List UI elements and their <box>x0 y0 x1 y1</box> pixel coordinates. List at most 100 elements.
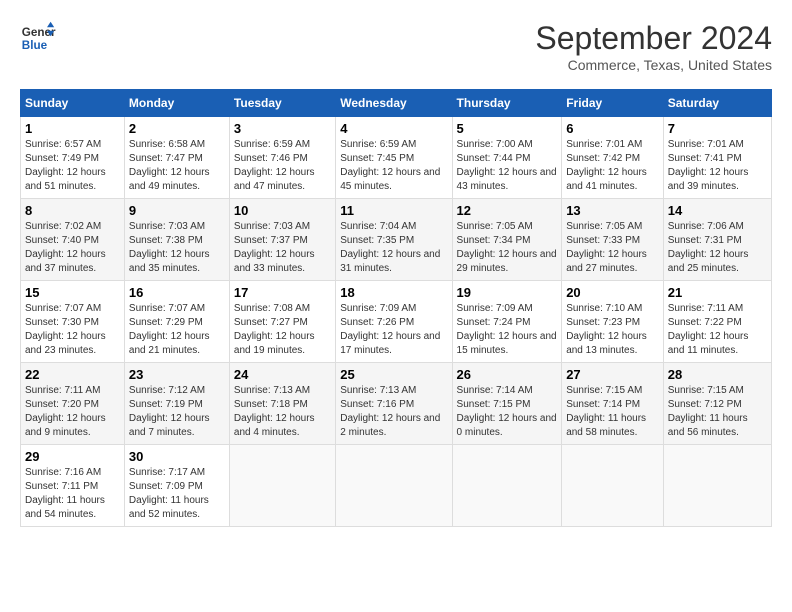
day-detail: Sunrise: 7:16 AMSunset: 7:11 PMDaylight:… <box>25 467 105 520</box>
calendar-cell: 3 Sunrise: 6:59 AMSunset: 7:46 PMDayligh… <box>229 117 335 199</box>
day-number: 8 <box>25 203 120 218</box>
calendar-cell: 9 Sunrise: 7:03 AMSunset: 7:38 PMDayligh… <box>124 199 229 281</box>
calendar-cell: 5 Sunrise: 7:00 AMSunset: 7:44 PMDayligh… <box>452 117 562 199</box>
calendar-cell: 17 Sunrise: 7:08 AMSunset: 7:27 PMDaylig… <box>229 281 335 363</box>
header-row: SundayMondayTuesdayWednesdayThursdayFrid… <box>21 90 772 117</box>
calendar-week-3: 15 Sunrise: 7:07 AMSunset: 7:30 PMDaylig… <box>21 281 772 363</box>
calendar-cell: 22 Sunrise: 7:11 AMSunset: 7:20 PMDaylig… <box>21 363 125 445</box>
day-number: 28 <box>668 367 767 382</box>
calendar-cell <box>452 445 562 527</box>
calendar-cell: 18 Sunrise: 7:09 AMSunset: 7:26 PMDaylig… <box>336 281 452 363</box>
day-number: 5 <box>457 121 558 136</box>
day-number: 22 <box>25 367 120 382</box>
day-detail: Sunrise: 7:09 AMSunset: 7:26 PMDaylight:… <box>340 303 440 356</box>
day-number: 3 <box>234 121 331 136</box>
header-monday: Monday <box>124 90 229 117</box>
calendar-cell <box>663 445 771 527</box>
day-detail: Sunrise: 7:03 AMSunset: 7:38 PMDaylight:… <box>129 221 210 274</box>
day-detail: Sunrise: 7:08 AMSunset: 7:27 PMDaylight:… <box>234 303 315 356</box>
day-number: 29 <box>25 449 120 464</box>
day-number: 24 <box>234 367 331 382</box>
calendar-cell: 1 Sunrise: 6:57 AMSunset: 7:49 PMDayligh… <box>21 117 125 199</box>
day-detail: Sunrise: 6:58 AMSunset: 7:47 PMDaylight:… <box>129 139 210 192</box>
calendar-cell: 2 Sunrise: 6:58 AMSunset: 7:47 PMDayligh… <box>124 117 229 199</box>
day-number: 18 <box>340 285 447 300</box>
header-tuesday: Tuesday <box>229 90 335 117</box>
day-number: 9 <box>129 203 225 218</box>
day-detail: Sunrise: 7:13 AMSunset: 7:16 PMDaylight:… <box>340 385 440 438</box>
calendar-cell: 10 Sunrise: 7:03 AMSunset: 7:37 PMDaylig… <box>229 199 335 281</box>
day-detail: Sunrise: 7:01 AMSunset: 7:42 PMDaylight:… <box>566 139 647 192</box>
calendar-cell: 6 Sunrise: 7:01 AMSunset: 7:42 PMDayligh… <box>562 117 664 199</box>
calendar-cell: 27 Sunrise: 7:15 AMSunset: 7:14 PMDaylig… <box>562 363 664 445</box>
day-detail: Sunrise: 6:57 AMSunset: 7:49 PMDaylight:… <box>25 139 106 192</box>
day-detail: Sunrise: 7:06 AMSunset: 7:31 PMDaylight:… <box>668 221 749 274</box>
day-detail: Sunrise: 7:05 AMSunset: 7:34 PMDaylight:… <box>457 221 557 274</box>
page-title: September 2024 <box>535 20 772 57</box>
day-detail: Sunrise: 7:07 AMSunset: 7:30 PMDaylight:… <box>25 303 106 356</box>
day-detail: Sunrise: 7:13 AMSunset: 7:18 PMDaylight:… <box>234 385 315 438</box>
day-number: 4 <box>340 121 447 136</box>
day-detail: Sunrise: 7:01 AMSunset: 7:41 PMDaylight:… <box>668 139 749 192</box>
day-number: 26 <box>457 367 558 382</box>
day-detail: Sunrise: 7:05 AMSunset: 7:33 PMDaylight:… <box>566 221 647 274</box>
day-number: 27 <box>566 367 659 382</box>
day-number: 14 <box>668 203 767 218</box>
day-detail: Sunrise: 6:59 AMSunset: 7:45 PMDaylight:… <box>340 139 440 192</box>
calendar-table: SundayMondayTuesdayWednesdayThursdayFrid… <box>20 89 772 527</box>
calendar-week-5: 29 Sunrise: 7:16 AMSunset: 7:11 PMDaylig… <box>21 445 772 527</box>
day-detail: Sunrise: 7:03 AMSunset: 7:37 PMDaylight:… <box>234 221 315 274</box>
day-number: 10 <box>234 203 331 218</box>
calendar-cell: 29 Sunrise: 7:16 AMSunset: 7:11 PMDaylig… <box>21 445 125 527</box>
day-number: 21 <box>668 285 767 300</box>
calendar-cell: 20 Sunrise: 7:10 AMSunset: 7:23 PMDaylig… <box>562 281 664 363</box>
title-area: September 2024 Commerce, Texas, United S… <box>535 20 772 73</box>
header-saturday: Saturday <box>663 90 771 117</box>
day-detail: Sunrise: 7:10 AMSunset: 7:23 PMDaylight:… <box>566 303 647 356</box>
calendar-cell: 26 Sunrise: 7:14 AMSunset: 7:15 PMDaylig… <box>452 363 562 445</box>
day-number: 15 <box>25 285 120 300</box>
day-detail: Sunrise: 6:59 AMSunset: 7:46 PMDaylight:… <box>234 139 315 192</box>
calendar-cell: 19 Sunrise: 7:09 AMSunset: 7:24 PMDaylig… <box>452 281 562 363</box>
calendar-cell <box>562 445 664 527</box>
calendar-cell: 11 Sunrise: 7:04 AMSunset: 7:35 PMDaylig… <box>336 199 452 281</box>
page-header: General Blue September 2024 Commerce, Te… <box>20 20 772 73</box>
calendar-header: SundayMondayTuesdayWednesdayThursdayFrid… <box>21 90 772 117</box>
calendar-cell: 4 Sunrise: 6:59 AMSunset: 7:45 PMDayligh… <box>336 117 452 199</box>
svg-text:Blue: Blue <box>22 39 48 52</box>
logo: General Blue <box>20 20 56 56</box>
day-detail: Sunrise: 7:09 AMSunset: 7:24 PMDaylight:… <box>457 303 557 356</box>
calendar-cell: 7 Sunrise: 7:01 AMSunset: 7:41 PMDayligh… <box>663 117 771 199</box>
calendar-cell: 30 Sunrise: 7:17 AMSunset: 7:09 PMDaylig… <box>124 445 229 527</box>
day-detail: Sunrise: 7:11 AMSunset: 7:20 PMDaylight:… <box>25 385 106 438</box>
day-detail: Sunrise: 7:00 AMSunset: 7:44 PMDaylight:… <box>457 139 557 192</box>
calendar-cell: 16 Sunrise: 7:07 AMSunset: 7:29 PMDaylig… <box>124 281 229 363</box>
day-number: 30 <box>129 449 225 464</box>
day-number: 1 <box>25 121 120 136</box>
day-detail: Sunrise: 7:14 AMSunset: 7:15 PMDaylight:… <box>457 385 557 438</box>
day-detail: Sunrise: 7:12 AMSunset: 7:19 PMDaylight:… <box>129 385 210 438</box>
day-number: 11 <box>340 203 447 218</box>
day-detail: Sunrise: 7:02 AMSunset: 7:40 PMDaylight:… <box>25 221 106 274</box>
header-friday: Friday <box>562 90 664 117</box>
header-thursday: Thursday <box>452 90 562 117</box>
calendar-week-2: 8 Sunrise: 7:02 AMSunset: 7:40 PMDayligh… <box>21 199 772 281</box>
day-number: 6 <box>566 121 659 136</box>
calendar-cell: 28 Sunrise: 7:15 AMSunset: 7:12 PMDaylig… <box>663 363 771 445</box>
calendar-cell: 8 Sunrise: 7:02 AMSunset: 7:40 PMDayligh… <box>21 199 125 281</box>
day-detail: Sunrise: 7:11 AMSunset: 7:22 PMDaylight:… <box>668 303 749 356</box>
calendar-cell: 24 Sunrise: 7:13 AMSunset: 7:18 PMDaylig… <box>229 363 335 445</box>
calendar-cell: 25 Sunrise: 7:13 AMSunset: 7:16 PMDaylig… <box>336 363 452 445</box>
day-number: 13 <box>566 203 659 218</box>
header-sunday: Sunday <box>21 90 125 117</box>
calendar-week-4: 22 Sunrise: 7:11 AMSunset: 7:20 PMDaylig… <box>21 363 772 445</box>
day-number: 20 <box>566 285 659 300</box>
day-number: 17 <box>234 285 331 300</box>
day-number: 23 <box>129 367 225 382</box>
calendar-cell: 13 Sunrise: 7:05 AMSunset: 7:33 PMDaylig… <box>562 199 664 281</box>
calendar-cell <box>336 445 452 527</box>
day-number: 7 <box>668 121 767 136</box>
day-detail: Sunrise: 7:17 AMSunset: 7:09 PMDaylight:… <box>129 467 209 520</box>
calendar-cell: 14 Sunrise: 7:06 AMSunset: 7:31 PMDaylig… <box>663 199 771 281</box>
calendar-cell: 21 Sunrise: 7:11 AMSunset: 7:22 PMDaylig… <box>663 281 771 363</box>
